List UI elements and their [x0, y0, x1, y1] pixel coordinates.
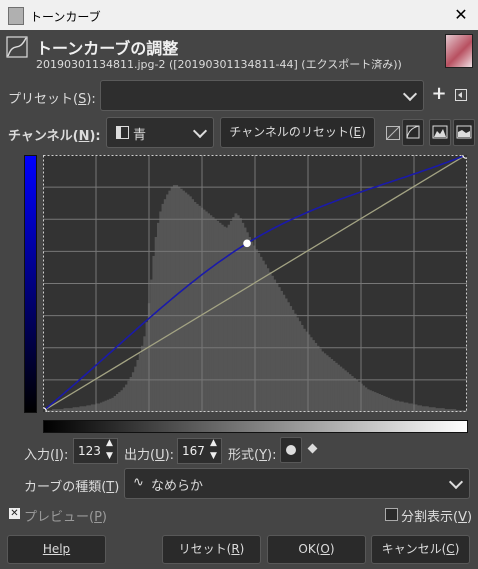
curve-control-point[interactable] — [243, 239, 251, 248]
linear-histogram-icon[interactable] — [386, 126, 400, 140]
reset-channel-button[interactable]: チャンネルのリセット(E) — [220, 117, 375, 148]
channel-value: 青 — [133, 128, 147, 143]
channel-combo[interactable]: 青 — [106, 117, 214, 148]
output-value: 167 — [182, 444, 205, 458]
log-histogram-icon[interactable] — [402, 119, 424, 146]
output-gradient-bar — [24, 155, 37, 413]
smooth-point-button[interactable] — [280, 437, 302, 463]
cancel-button[interactable]: キャンセル(C) — [371, 535, 470, 564]
title-bar: トーンカーブ ✕ — [0, 0, 478, 30]
preset-menu-icon[interactable] — [455, 89, 467, 101]
histogram-view-icon[interactable] — [429, 119, 451, 146]
input-label: 入力(I): — [24, 448, 69, 463]
dialog-subtitle: 20190301134811.jpg-2 ([20190301134811-44… — [36, 58, 402, 71]
spin-up-icon[interactable]: ▲ — [106, 438, 113, 448]
circle-icon — [286, 445, 296, 455]
help-button[interactable]: Help — [7, 535, 106, 564]
curve-type-combo[interactable]: ∿ なめらか — [124, 468, 470, 499]
ok-button[interactable]: OK(O) — [267, 535, 366, 564]
channel-swatch-icon — [116, 126, 129, 139]
spin-up-icon[interactable]: ▲ — [210, 438, 217, 448]
preview-checkbox[interactable]: ✕ — [9, 508, 20, 519]
curve-editor[interactable] — [43, 155, 467, 412]
curve-control-point[interactable] — [43, 407, 47, 412]
spin-down-icon[interactable]: ▼ — [106, 451, 113, 461]
spin-down-icon[interactable]: ▼ — [210, 451, 217, 461]
curves-icon — [6, 36, 28, 58]
split-view-checkbox[interactable] — [385, 508, 398, 521]
curve-type-value: なめらか — [151, 479, 204, 494]
reset-button[interactable]: リセット(R) — [162, 535, 261, 564]
channel-label: チャンネル(N): — [8, 129, 101, 144]
app-icon — [8, 7, 24, 25]
output-spinner[interactable]: 167 ▲ ▼ — [177, 438, 222, 464]
type-label: 形式(Y): — [228, 448, 277, 463]
presets-label: プリセット(S): — [8, 92, 96, 107]
histogram-filled-icon[interactable] — [453, 119, 475, 146]
chevron-down-icon — [192, 123, 208, 139]
chevron-down-icon — [402, 86, 418, 102]
input-value: 123 — [78, 444, 101, 458]
curve-control-point[interactable] — [462, 155, 467, 159]
curve-type-label: カーブの種類(T) — [24, 480, 120, 495]
input-gradient-bar — [43, 420, 468, 433]
window-title: トーンカーブ — [30, 10, 101, 24]
freehand-curve-icon: ∿ — [133, 475, 144, 490]
split-view-label: 分割表示(V) — [401, 510, 473, 525]
output-label: 出力(U): — [124, 448, 175, 463]
dialog-header: トーンカーブの調整 20190301134811.jpg-2 ([2019030… — [0, 30, 478, 74]
corner-point-icon[interactable] — [307, 443, 318, 454]
image-thumbnail — [445, 34, 473, 68]
chevron-down-icon — [448, 474, 464, 490]
presets-combo[interactable] — [100, 80, 424, 111]
add-preset-icon[interactable]: + — [431, 84, 447, 104]
preview-label: プレビュー(P) — [24, 510, 107, 525]
input-spinner[interactable]: 123 ▲ ▼ — [73, 438, 118, 464]
close-icon[interactable]: ✕ — [448, 3, 474, 27]
